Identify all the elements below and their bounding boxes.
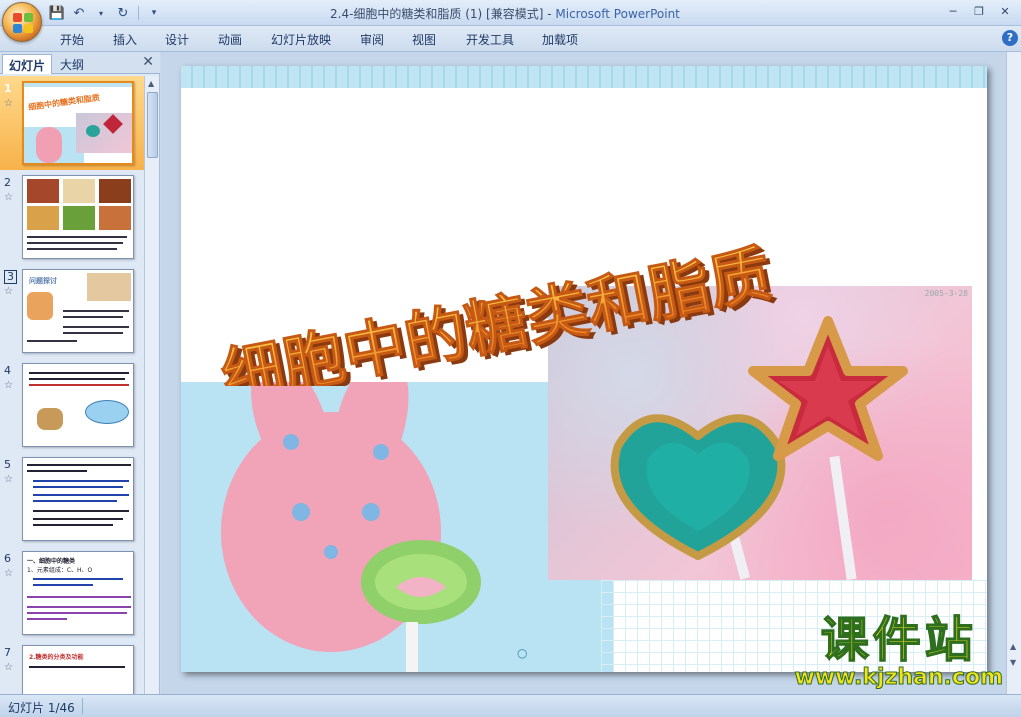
- tab-outline[interactable]: 大纲: [54, 54, 90, 74]
- slide-thumb-image: 2.糖类的分类及功能: [22, 645, 134, 694]
- tab-home[interactable]: 开始: [60, 31, 84, 48]
- scroll-thumb[interactable]: [147, 92, 158, 158]
- status-divider: [82, 698, 83, 714]
- slide-thumb-image: 问题探讨: [22, 269, 134, 353]
- slide-thumb-image: [22, 457, 134, 541]
- slide-thumb-image: 一、细胞中的糖类 1、元素组成：C、H、O: [22, 551, 134, 635]
- thumb-title: 问题探讨: [29, 277, 57, 285]
- slide-number: 7: [4, 646, 11, 659]
- window-controls: ─ ❐ ✕: [941, 2, 1017, 20]
- thumbnails-scrollbar[interactable]: ▲: [144, 76, 159, 694]
- transition-star-icon: ☆: [4, 380, 13, 391]
- office-logo-icon: [13, 13, 33, 33]
- watermark: 课件站 www.kjzhan.com: [794, 612, 1004, 690]
- photo-logo-icon: ○: [517, 646, 528, 660]
- transition-star-icon: ☆: [4, 662, 13, 673]
- transition-star-icon: ☆: [4, 286, 13, 297]
- slide-scrollbar[interactable]: ▲ ▼: [1006, 52, 1021, 694]
- undo-icon[interactable]: ↶: [70, 4, 88, 22]
- tab-slideshow[interactable]: 幻灯片放映: [271, 31, 331, 48]
- redo-icon[interactable]: ↻: [114, 4, 132, 22]
- close-icon[interactable]: ✕: [993, 2, 1017, 20]
- scroll-up-icon[interactable]: ▲: [148, 79, 154, 88]
- title-bar: 💾 ↶ ▾ ↻ ▾ 2.4-细胞中的糖类和脂质 (1) [兼容模式] - Mic…: [0, 0, 1021, 26]
- tab-insert[interactable]: 插入: [113, 31, 137, 48]
- current-slide[interactable]: 2005-3-28 ○ 细胞中的糖类和脂质 细胞中的糖类和脂质: [181, 66, 987, 672]
- prev-slide-icon[interactable]: ▲: [1010, 642, 1016, 651]
- minimize-icon[interactable]: ─: [941, 2, 965, 20]
- thumb-title: 一、细胞中的糖类: [27, 558, 76, 565]
- slide-number: 5: [4, 458, 11, 471]
- slide-thumbnails: 1 ☆ 细胞中的糖类和脂质 2 ☆ 3 ☆ 问题探讨 4 ☆ 5 ☆ 6 ☆ 一…: [0, 76, 144, 694]
- transition-star-icon: ☆: [4, 568, 13, 579]
- next-slide-icon[interactable]: ▼: [1010, 658, 1016, 667]
- office-button[interactable]: [2, 2, 42, 42]
- window-title: 2.4-细胞中的糖类和脂质 (1) [兼容模式] - Microsoft Pow…: [330, 7, 680, 21]
- tab-slides[interactable]: 幻灯片: [2, 54, 53, 74]
- photo-date-stamp: 2005-3-28: [924, 289, 968, 298]
- undo-dropdown-icon[interactable]: ▾: [92, 4, 110, 22]
- tab-view[interactable]: 视图: [412, 31, 436, 48]
- transition-star-icon: ☆: [4, 474, 13, 485]
- tab-animations[interactable]: 动画: [218, 31, 242, 48]
- slide-thumb-image: [22, 175, 134, 259]
- transition-star-icon: ☆: [4, 192, 13, 203]
- ribbon-tabs: 开始 插入 设计 动画 幻灯片放映 审阅 视图 开发工具 加载项 ?: [0, 26, 1021, 52]
- slides-pane: 幻灯片 大纲 ✕ 1 ☆ 细胞中的糖类和脂质 2 ☆ 3 ☆ 问题探讨 4 ☆ …: [0, 52, 160, 694]
- slide-number: 2: [4, 176, 11, 189]
- slide-thumb-image: 细胞中的糖类和脂质: [22, 81, 134, 165]
- tab-addins[interactable]: 加载项: [542, 31, 578, 48]
- slide-counter: 幻灯片 1/46: [8, 701, 75, 715]
- slide-editing-area: 2005-3-28 ○ 细胞中的糖类和脂质 细胞中的糖类和脂质 课件站 www.…: [161, 52, 1021, 694]
- slide-number: 3: [4, 270, 17, 284]
- thumb-title: 2.糖类的分类及功能: [29, 654, 84, 661]
- customize-qat-icon[interactable]: ▾: [145, 4, 163, 22]
- save-icon[interactable]: 💾: [48, 4, 66, 22]
- slide-thumb-image: [22, 363, 134, 447]
- tab-developer[interactable]: 开发工具: [466, 31, 514, 48]
- tab-review[interactable]: 审阅: [360, 31, 384, 48]
- help-icon[interactable]: ?: [1002, 30, 1018, 46]
- slide-top-band: [181, 66, 987, 88]
- transition-star-icon: ☆: [4, 98, 13, 109]
- slide-thumb-7[interactable]: 7 ☆ 2.糖类的分类及功能: [0, 640, 144, 694]
- slide-thumb-3[interactable]: 3 ☆ 问题探讨: [0, 264, 144, 358]
- thumb-title: 细胞中的糖类和脂质: [27, 93, 101, 112]
- qat-separator: [138, 6, 139, 20]
- slide-number: 1: [4, 82, 12, 95]
- slide-thumb-2[interactable]: 2 ☆: [0, 170, 144, 264]
- slide-thumb-4[interactable]: 4 ☆: [0, 358, 144, 452]
- restore-icon[interactable]: ❐: [967, 2, 991, 20]
- watermark-text: 课件站: [820, 612, 977, 668]
- quick-access-toolbar: 💾 ↶ ▾ ↻ ▾: [48, 4, 163, 22]
- tab-design[interactable]: 设计: [165, 31, 189, 48]
- slide-thumb-5[interactable]: 5 ☆: [0, 452, 144, 546]
- slide-thumb-6[interactable]: 6 ☆ 一、细胞中的糖类 1、元素组成：C、H、O: [0, 546, 144, 640]
- watermark-url: www.kjzhan.com: [794, 665, 1004, 690]
- slide-title: 细胞中的糖类和脂质 细胞中的糖类和脂质: [215, 236, 782, 386]
- thumb-subtitle: 1、元素组成：C、H、O: [27, 567, 93, 574]
- pane-tabs: 幻灯片 大纲 ✕: [0, 52, 160, 74]
- slide-number: 6: [4, 552, 11, 565]
- slide-number: 4: [4, 364, 11, 377]
- pane-close-icon[interactable]: ✕: [142, 54, 154, 70]
- status-bar: 幻灯片 1/46: [0, 694, 1021, 717]
- slide-thumb-1[interactable]: 1 ☆ 细胞中的糖类和脂质: [0, 76, 144, 170]
